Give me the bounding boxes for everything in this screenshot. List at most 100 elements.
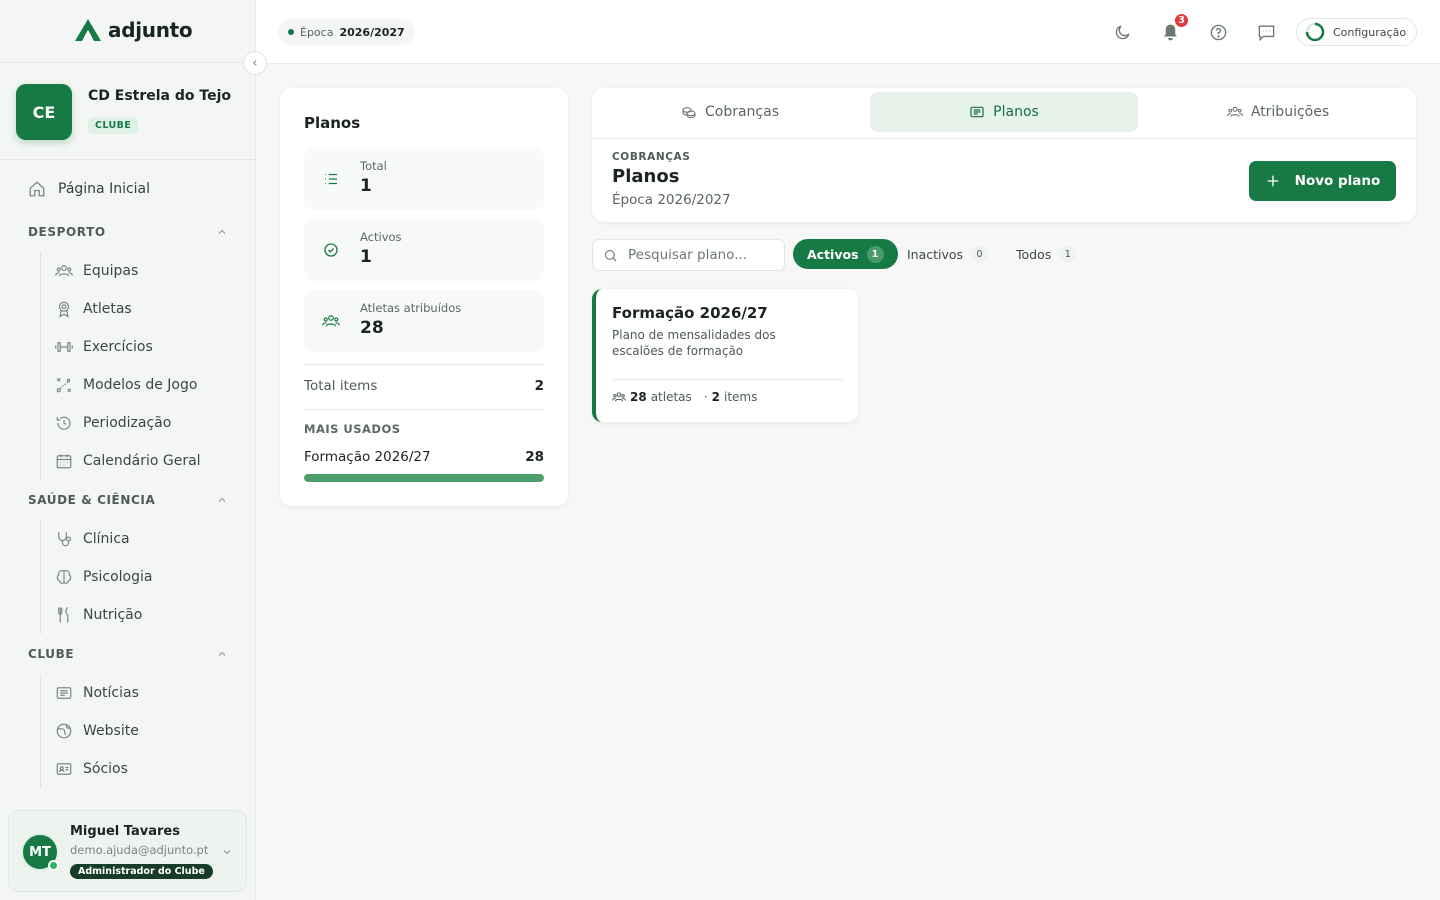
stat-label: Activos [360, 230, 402, 244]
stat-value: 1 [360, 176, 372, 196]
new-plan-button[interactable]: Novo plano [1249, 161, 1396, 201]
chevron-up-icon [218, 497, 226, 502]
filter-inactivos[interactable]: Inactivos 0 [893, 239, 1002, 269]
sidebar-item-website[interactable]: Website [41, 712, 240, 750]
sidebar-item-noticias[interactable]: Notícias [41, 674, 240, 712]
plan-description: Plano de mensalidades dos escalões de fo… [612, 328, 776, 358]
plan-card[interactable]: Formação 2026/27 Plano de mensalidades d… [592, 289, 858, 422]
coins-icon [682, 107, 696, 119]
sidebar-item-exercicios[interactable]: Exercícios [41, 328, 240, 366]
section-title: CLUBE [28, 647, 75, 661]
users-icon [322, 315, 340, 327]
sidebar-item-home[interactable]: Página Inicial [28, 180, 150, 198]
club-card[interactable]: CE CD Estrela do Tejo CLUBE [0, 62, 255, 160]
filter-count: 1 [1059, 245, 1077, 263]
total-items-value: 2 [534, 378, 544, 394]
list-icon [325, 173, 337, 185]
section-saude-header[interactable]: SAÚDE & CIÊNCIA [28, 493, 228, 507]
tab-label: Cobranças [704, 104, 779, 120]
configuration-button[interactable]: Configuração [1296, 18, 1418, 46]
sidebar: adjunto CE CD Estrela do Tejo CLUBE Pági… [0, 0, 256, 900]
messages-button[interactable] [1254, 20, 1278, 44]
sidebar-item-socios[interactable]: Sócios [41, 750, 240, 788]
users-icon [612, 392, 626, 402]
sidebar-item-psicologia[interactable]: Psicologia [41, 558, 240, 596]
plan-title: Formação 2026/27 [612, 304, 768, 322]
adjunto-logo-icon [75, 19, 101, 41]
user-email: demo.ajuda@adjunto.pt [70, 843, 209, 857]
stethoscope-icon [58, 532, 71, 547]
dark-mode-toggle[interactable] [1110, 20, 1134, 44]
divider [304, 364, 544, 365]
sidebar-item-nutricao[interactable]: Nutrição [41, 596, 240, 634]
sidebar-item-periodizacao[interactable]: Periodização [41, 404, 240, 442]
filter-activos[interactable]: Activos 1 [793, 239, 898, 269]
collapse-sidebar-button[interactable] [243, 51, 267, 75]
plan-item-count: 2 [711, 390, 720, 404]
season-label: Época [300, 25, 334, 39]
sidebar-item-modelos-de-jogo[interactable]: Modelos de Jogo [41, 366, 240, 404]
sidebar-item-label: Calendário Geral [83, 453, 201, 469]
search-input[interactable]: Pesquisar plano... [592, 239, 785, 271]
season-selector[interactable]: Época 2026/2027 [278, 19, 415, 45]
sidebar-item-label: Página Inicial [58, 181, 151, 197]
sidebar-item-label: Modelos de Jogo [83, 377, 198, 393]
chevron-up-icon [218, 229, 226, 234]
filter-todos[interactable]: Todos 1 [1002, 239, 1090, 269]
sidebar-item-label: Exercícios [83, 339, 153, 355]
utensils-icon [58, 607, 69, 623]
stat-active: Activos 1 [304, 219, 544, 281]
section-title: DESPORTO [28, 225, 106, 239]
page-title: Planos [612, 166, 680, 187]
tab-planos[interactable]: Planos [870, 92, 1138, 132]
sidebar-item-label: Clínica [83, 531, 130, 547]
brain-icon [56, 569, 72, 584]
brand-logo[interactable]: adjunto [74, 18, 193, 42]
summary-title: Planos [304, 114, 361, 132]
award-icon [58, 301, 70, 318]
notification-count-badge: 3 [1173, 12, 1190, 29]
newspaper-icon [56, 687, 72, 699]
chevron-down-icon [223, 850, 231, 855]
plan-meta: 28 atletas · 2 items [612, 390, 757, 404]
user-menu[interactable]: MT Miguel Tavares demo.ajuda@adjunto.pt … [8, 810, 247, 892]
online-status-dot [48, 860, 59, 871]
tab-cobrancas[interactable]: Cobranças [596, 92, 864, 132]
most-used-progress-bar [304, 474, 544, 482]
moon-icon [1115, 25, 1129, 39]
tab-atribuicoes[interactable]: Atribuições [1144, 92, 1412, 132]
topbar: Época 2026/2027 3 Configuração [256, 0, 1440, 64]
divider [304, 409, 544, 410]
user-role-badge: Administrador do Clube [70, 864, 213, 879]
section-desporto-header[interactable]: DESPORTO [28, 225, 228, 239]
brand-name: adjunto [108, 18, 193, 42]
nav-group-clube: Notícias Website Sócios [40, 674, 240, 788]
most-used-row: Formação 2026/27 28 [304, 449, 544, 465]
tactics-icon [56, 377, 72, 393]
filter-label: Todos [1016, 246, 1052, 262]
plan-item-label: items [723, 390, 758, 404]
search-icon [604, 249, 617, 262]
sidebar-item-label: Periodização [83, 415, 172, 431]
sidebar-item-equipas[interactable]: Equipas [41, 252, 240, 290]
history-icon [56, 416, 71, 430]
filter-count: 0 [971, 245, 989, 263]
home-icon [29, 181, 45, 197]
search-placeholder: Pesquisar plano... [628, 247, 748, 263]
most-used-plan-name: Formação 2026/27 [304, 449, 431, 465]
plans-summary-card: Planos Total 1 Activos 1 Atletas atribuí… [280, 88, 568, 506]
help-button[interactable] [1206, 20, 1230, 44]
tab-label: Planos [993, 104, 1039, 120]
setup-progress-icon [1305, 22, 1325, 42]
section-clube-header[interactable]: CLUBE [28, 647, 228, 661]
most-used-title: MAIS USADOS [304, 422, 401, 436]
nav-group-desporto: Equipas Atletas Exercícios Modelos de Jo… [40, 252, 240, 480]
sidebar-item-atletas[interactable]: Atletas [41, 290, 240, 328]
help-circle-icon [1210, 24, 1226, 40]
panel-kicker: COBRANÇAS [612, 151, 691, 163]
most-used-plan-count: 28 [525, 449, 544, 465]
sidebar-item-clinica[interactable]: Clínica [41, 520, 240, 558]
section-title: SAÚDE & CIÊNCIA [28, 493, 156, 507]
season-value: 2026/2027 [339, 25, 405, 39]
sidebar-item-calendario-geral[interactable]: Calendário Geral [41, 442, 240, 480]
